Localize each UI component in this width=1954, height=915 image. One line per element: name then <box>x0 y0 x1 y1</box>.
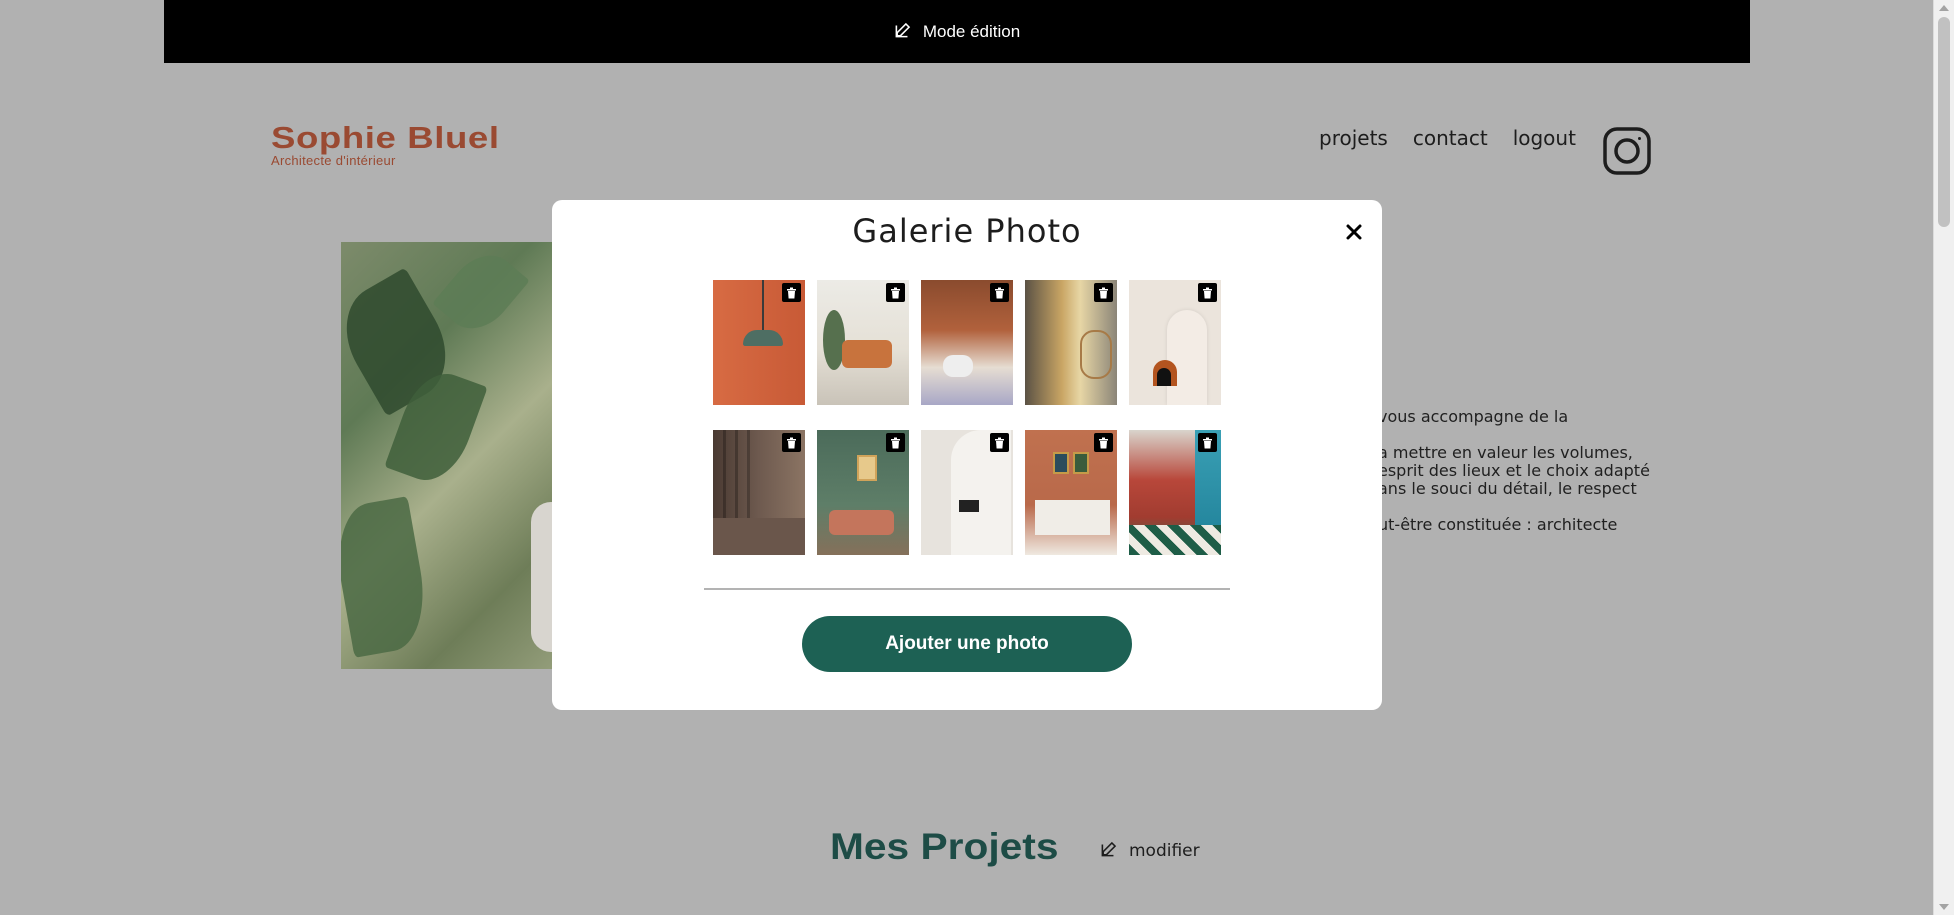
close-icon[interactable] <box>1342 220 1366 244</box>
trash-icon[interactable] <box>782 433 801 452</box>
gallery-photo <box>1025 280 1117 405</box>
modal-divider <box>704 588 1230 590</box>
gallery-photo <box>817 280 909 405</box>
edit-mode-bar: Mode édition <box>164 0 1750 63</box>
site-logo[interactable]: Sophie Bluel Architecte d'intérieur <box>271 120 499 168</box>
intro-paragraph: ut-être constituée : architecte <box>1378 515 1618 534</box>
projects-title: Mes Projets <box>830 826 1059 867</box>
modal-title: Galerie Photo <box>852 212 1082 250</box>
trash-icon[interactable] <box>1094 433 1113 452</box>
gallery-photo <box>921 280 1013 405</box>
trash-icon[interactable] <box>990 283 1009 302</box>
edit-icon <box>894 20 913 44</box>
nav-projets[interactable]: projets <box>1319 126 1388 150</box>
edit-icon <box>1100 839 1119 863</box>
modify-button[interactable]: modifier <box>1100 839 1200 863</box>
edit-mode-label: Mode édition <box>922 21 1021 41</box>
gallery-photo <box>1129 430 1221 555</box>
gallery-photo <box>713 430 805 555</box>
trash-icon[interactable] <box>886 283 905 302</box>
main-nav: projets contact logout <box>1319 126 1601 150</box>
intro-text: vous accompagne de la a mettre en valeur… <box>1378 408 1678 552</box>
gallery-photo <box>1129 280 1221 405</box>
gallery-photo <box>1025 430 1117 555</box>
trash-icon[interactable] <box>1094 283 1113 302</box>
instagram-icon[interactable] <box>1602 126 1652 176</box>
nav-logout[interactable]: logout <box>1513 126 1576 150</box>
gallery-photo <box>921 430 1013 555</box>
trash-icon[interactable] <box>1198 283 1217 302</box>
architect-photo <box>341 242 553 669</box>
scroll-thumb[interactable] <box>1938 17 1950 227</box>
gallery-modal: Galerie Photo Ajouter une photo <box>552 200 1382 710</box>
gallery-photo <box>713 280 805 405</box>
nav-contact[interactable]: contact <box>1413 126 1488 150</box>
logo-name: Sophie Bluel <box>271 120 500 155</box>
modify-label: modifier <box>1129 841 1200 861</box>
page-scrollbar[interactable] <box>1933 0 1954 915</box>
intro-paragraph: a mettre en valeur les volumes, esprit d… <box>1378 443 1650 498</box>
scroll-up-icon[interactable] <box>1939 5 1949 11</box>
gallery-photo <box>817 430 909 555</box>
intro-paragraph: vous accompagne de la <box>1378 407 1569 426</box>
page: Mode édition Sophie Bluel Architecte d'i… <box>0 0 1934 915</box>
add-photo-button[interactable]: Ajouter une photo <box>802 616 1132 672</box>
trash-icon[interactable] <box>886 433 905 452</box>
trash-icon[interactable] <box>990 433 1009 452</box>
photo-gallery <box>713 280 1223 555</box>
trash-icon[interactable] <box>782 283 801 302</box>
trash-icon[interactable] <box>1198 433 1217 452</box>
scroll-down-icon[interactable] <box>1939 904 1949 910</box>
